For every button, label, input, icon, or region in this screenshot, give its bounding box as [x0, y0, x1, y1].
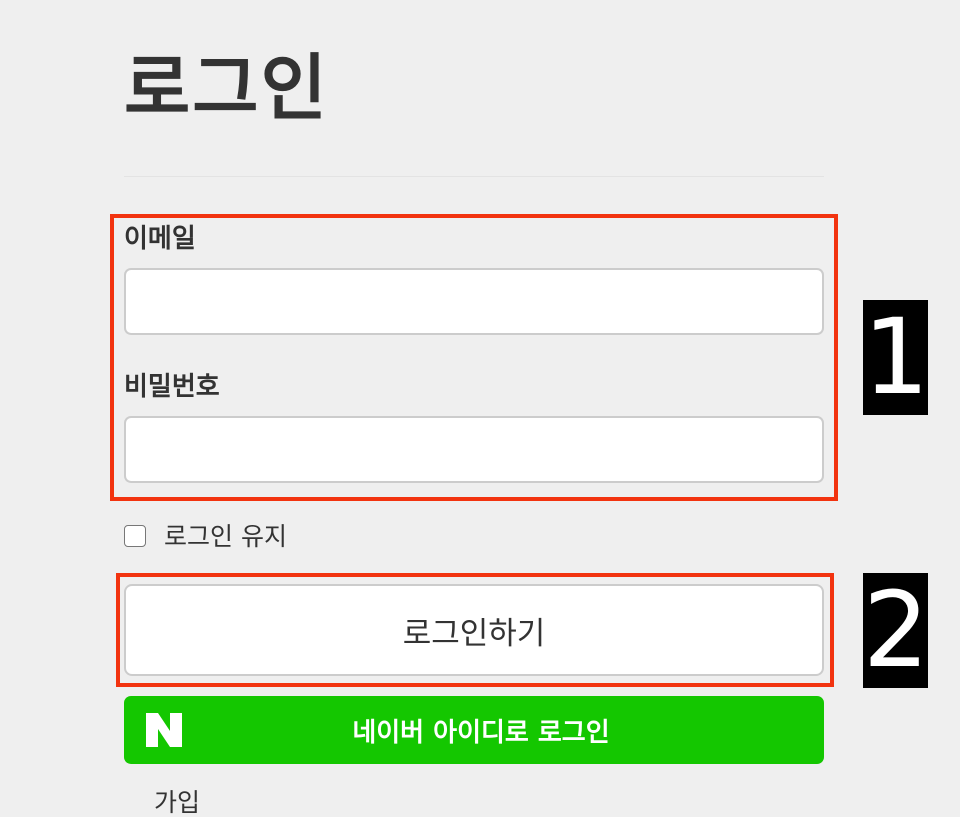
page-title: 로그인	[124, 46, 329, 130]
email-label: 이메일	[124, 224, 196, 254]
password-label: 비밀번호	[124, 372, 220, 402]
naver-login-button[interactable]: 네이버 아이디로 로그인	[124, 696, 824, 764]
remember-me-checkbox[interactable]	[124, 525, 146, 547]
remember-me-label[interactable]: 로그인 유지	[164, 524, 287, 549]
login-button[interactable]: 로그인하기	[124, 584, 824, 676]
title-divider	[124, 176, 824, 177]
password-input[interactable]	[124, 416, 824, 483]
annotation-marker-1: 1	[863, 300, 928, 415]
naver-n-logo-icon	[146, 713, 182, 747]
annotation-marker-2: 2	[863, 573, 928, 688]
email-input[interactable]	[124, 268, 824, 335]
signup-link[interactable]: 가입	[154, 790, 200, 815]
remember-me-row[interactable]: 로그인 유지	[124, 520, 287, 552]
naver-login-label: 네이버 아이디로 로그인	[352, 717, 610, 748]
